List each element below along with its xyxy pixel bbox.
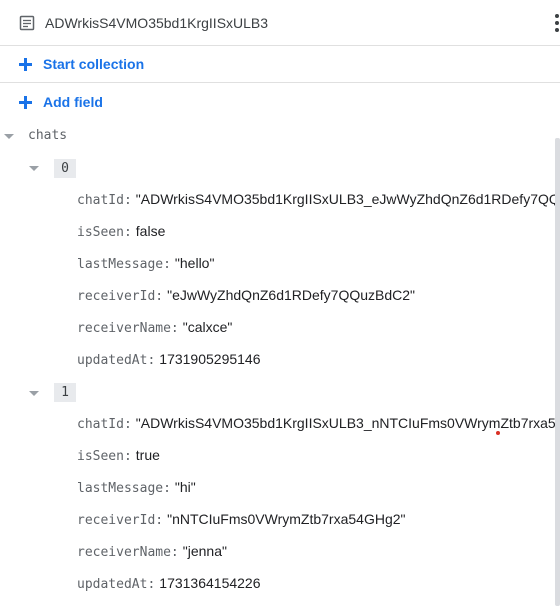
field-key: receiverId: (77, 289, 164, 304)
more-options-icon[interactable] (554, 14, 560, 32)
collapse-chats-icon[interactable] (4, 134, 14, 139)
start-collection-label: Start collection (43, 56, 145, 72)
array-index-0[interactable]: 0 (54, 159, 76, 178)
field-value: "hi" (174, 479, 196, 495)
field-key: updatedAt: (77, 353, 156, 368)
document-header: ADWrkisS4VMO35bd1KrgIISxULB3 (0, 0, 560, 46)
field-row[interactable]: lastMessage: "hi" (77, 479, 196, 499)
field-value: "jenna" (182, 543, 227, 559)
document-icon (19, 15, 35, 31)
field-row[interactable]: receiverName: "calxce" (77, 319, 232, 339)
field-key: receiverId: (77, 513, 164, 528)
start-collection-button[interactable]: Start collection (0, 46, 560, 83)
field-row[interactable]: updatedAt: 1731905295146 (77, 351, 261, 371)
field-row[interactable]: isSeen: true (77, 447, 160, 467)
document-title: ADWrkisS4VMO35bd1KrgIISxULB3 (45, 15, 269, 31)
cursor-marker (496, 431, 500, 435)
collapse-item-0-icon[interactable] (29, 166, 39, 171)
field-value: "calxce" (182, 319, 233, 335)
field-value: true (135, 447, 160, 463)
field-key: lastMessage: (77, 481, 171, 496)
field-row[interactable]: lastMessage: "hello" (77, 255, 214, 275)
field-value: "eJwWyZhdQnZ6d1RDefy7QQuzBdC2" (167, 287, 415, 303)
add-field-button[interactable]: Add field (0, 84, 560, 121)
field-key: updatedAt: (77, 577, 156, 592)
field-row[interactable]: receiverId: "nNTCIuFms0VWrymZtb7rxa54GHg2… (77, 511, 406, 531)
add-field-label: Add field (43, 94, 103, 110)
field-key: receiverName: (77, 545, 179, 560)
field-key-chats[interactable]: chats (28, 128, 67, 143)
field-value: false (135, 223, 166, 239)
field-value: "ADWrkisS4VMO35bd1KrgIISxULB3_eJwWyZhdQn… (135, 191, 560, 207)
field-row[interactable]: isSeen: false (77, 223, 165, 243)
field-row[interactable]: receiverId: "eJwWyZhdQnZ6d1RDefy7QQuzBdC2… (77, 287, 415, 307)
field-row[interactable]: updatedAt: 1731364154226 (77, 575, 261, 595)
field-tree: chats 0 chatId: "ADWrkisS4VMO35bd1KrgIISx… (0, 120, 560, 606)
field-value: 1731364154226 (159, 575, 261, 591)
field-key: lastMessage: (77, 257, 171, 272)
field-row[interactable]: chatId: "ADWrkisS4VMO35bd1KrgIISxULB3_eJw… (77, 191, 560, 211)
array-index-1[interactable]: 1 (54, 383, 76, 402)
field-value: 1731905295146 (159, 351, 261, 367)
field-value: "hello" (174, 255, 215, 271)
field-key: receiverName: (77, 321, 179, 336)
plus-icon (19, 58, 32, 71)
field-key: chatId: (77, 193, 132, 208)
vertical-scrollbar[interactable] (555, 138, 560, 606)
field-value: "nNTCIuFms0VWrymZtb7rxa54GHg2" (167, 511, 406, 527)
collapse-item-1-icon[interactable] (29, 391, 39, 396)
field-key: chatId: (77, 417, 132, 432)
plus-icon (19, 96, 32, 109)
field-row[interactable]: receiverName: "jenna" (77, 543, 227, 563)
field-row[interactable]: chatId: "ADWrkisS4VMO35bd1KrgIISxULB3_nNT… (77, 415, 560, 435)
field-value: "ADWrkisS4VMO35bd1KrgIISxULB3_nNTCIuFms0… (135, 415, 560, 431)
field-key: isSeen: (77, 225, 132, 240)
field-key: isSeen: (77, 449, 132, 464)
